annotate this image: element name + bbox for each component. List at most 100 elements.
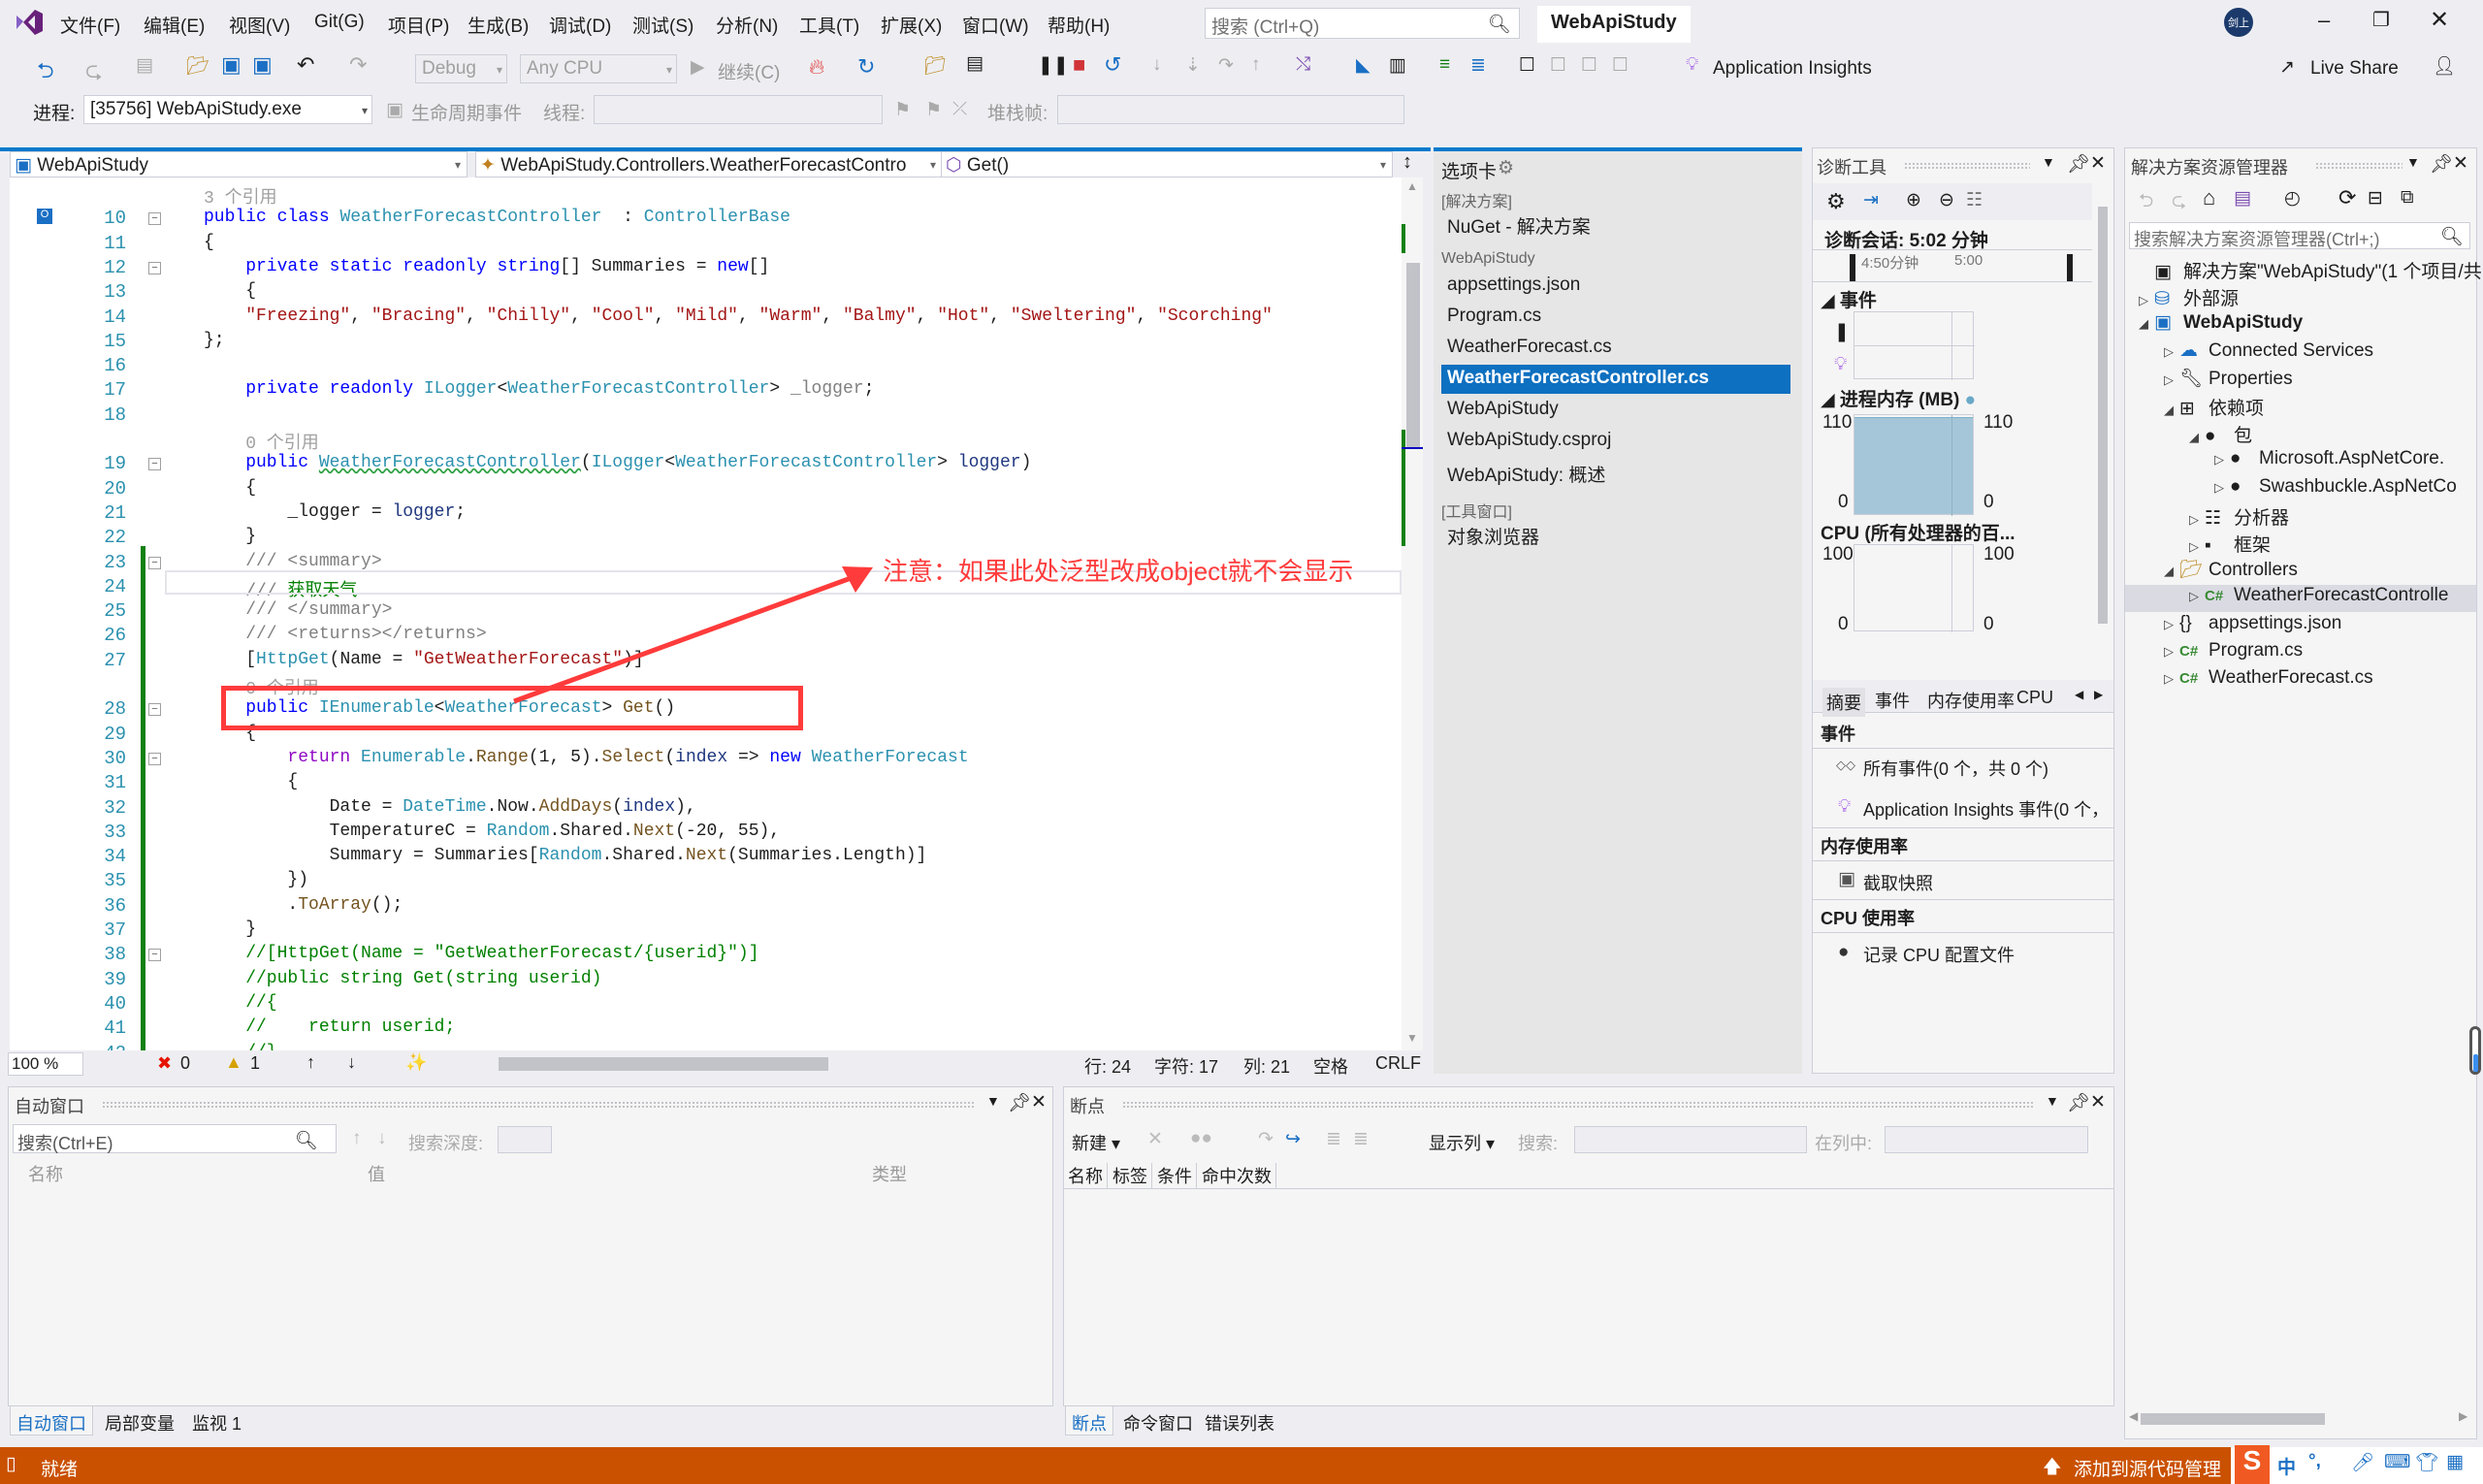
- tree-node[interactable]: ▷ ▪ 框架: [2125, 531, 2476, 558]
- drag-grip[interactable]: [1904, 162, 2030, 170]
- expander-icon[interactable]: ▷: [2164, 671, 2179, 687]
- close-window-button[interactable]: ✕: [2430, 6, 2449, 34]
- indent-icon[interactable]: ≡: [1439, 54, 1450, 76]
- drag-grip[interactable]: [2315, 162, 2402, 170]
- scroll-thumb[interactable]: [1406, 263, 1420, 447]
- switch-views-icon[interactable]: ▤: [2234, 187, 2251, 210]
- expander-icon[interactable]: ▷: [2189, 512, 2205, 528]
- diag-tab-prev-icon[interactable]: ◀: [2075, 688, 2083, 701]
- diag-tab[interactable]: 摘要: [1822, 688, 1865, 717]
- ime-scroll-handle[interactable]: [2469, 1026, 2481, 1075]
- menu-item[interactable]: 视图(V): [229, 12, 290, 38]
- pin-icon[interactable]: 📌︎: [2067, 152, 2090, 176]
- tree-node[interactable]: ▣ 解决方案"WebApiStudy"(1 个项目/共: [2125, 257, 2482, 284]
- forward-icon[interactable]: ⮎: [2172, 187, 2186, 218]
- editor-vertical-scrollbar[interactable]: ▲ ▼: [1402, 177, 1423, 1050]
- hot-reload-icon[interactable]: 🔥︎: [809, 54, 824, 80]
- tree-node[interactable]: ▷ ● Microsoft.AspNetCore.: [2125, 448, 2476, 475]
- close-icon[interactable]: ✕: [2090, 1091, 2106, 1113]
- column-header-value[interactable]: 值: [368, 1161, 385, 1186]
- stack-frame-dropdown[interactable]: [1057, 95, 1404, 124]
- diag-tab[interactable]: 内存使用率: [1927, 688, 2015, 713]
- column-header-type[interactable]: 类型: [872, 1161, 907, 1186]
- whitespace-indicator[interactable]: 空格: [1313, 1053, 1348, 1079]
- open-tab-item[interactable]: WebApiStudy: [1441, 396, 1790, 425]
- tree-node[interactable]: ▷ 🔧︎ Properties: [2125, 367, 2476, 394]
- step-into-icon[interactable]: ↓: [1152, 54, 1162, 76]
- toggle-breakpoints-icon[interactable]: ●●: [1190, 1128, 1212, 1149]
- memory-chart[interactable]: [1854, 414, 1974, 516]
- undo-icon[interactable]: ↶: [297, 52, 314, 78]
- next-bookmark-icon[interactable]: ☐: [1581, 54, 1597, 77]
- step-over-icon[interactable]: ⇣: [1185, 54, 1201, 77]
- menu-item[interactable]: 生成(B): [468, 12, 529, 38]
- column-header-name[interactable]: 名称: [28, 1161, 63, 1186]
- export-icon[interactable]: ⇥: [1863, 189, 1879, 211]
- process-dropdown[interactable]: [35756] WebApiStudy.exe ▾: [83, 95, 372, 124]
- menu-item[interactable]: 调试(D): [549, 12, 611, 38]
- open-tab-item[interactable]: WebApiStudy.csproj: [1441, 427, 1790, 456]
- member-nav-dropdown[interactable]: ⬡ Get() ▾: [941, 151, 1393, 177]
- breakpoint-column-header[interactable]: 名称: [1068, 1163, 1108, 1188]
- collapse-all-icon[interactable]: ⊟: [2368, 187, 2383, 210]
- menu-item[interactable]: 扩展(X): [881, 12, 942, 38]
- application-window-icon[interactable]: ▤: [966, 52, 984, 75]
- expander-icon[interactable]: ▷: [2164, 644, 2179, 660]
- settings-icon[interactable]: ⚙: [1826, 189, 1846, 214]
- next-issue-icon[interactable]: ↓: [347, 1052, 356, 1073]
- autos-search-input[interactable]: 搜索(Ctrl+E) 🔍︎: [13, 1124, 337, 1153]
- import-icon[interactable]: ≣: [1326, 1128, 1341, 1150]
- menu-item[interactable]: Git(G): [314, 12, 365, 33]
- tree-node[interactable]: ▷ C# WeatherForecastControlle: [2125, 585, 2476, 613]
- restart-debug-icon[interactable]: ↺: [1104, 52, 1121, 78]
- pending-changes-icon[interactable]: ◴: [2284, 187, 2301, 210]
- flag-thread-icon[interactable]: ⚑: [894, 99, 911, 121]
- diag-tab-next-icon[interactable]: ▶: [2094, 688, 2103, 701]
- timeline-end-handle[interactable]: [2067, 254, 2073, 281]
- warning-icon[interactable]: ▲: [225, 1052, 242, 1073]
- save-all-icon[interactable]: ▣: [252, 52, 273, 78]
- prev-issue-icon[interactable]: ↑: [306, 1052, 315, 1073]
- open-tab-item[interactable]: WeatherForecast.cs: [1441, 334, 1790, 363]
- open-tab-item[interactable]: WebApiStudy: 概述: [1441, 458, 1790, 487]
- bottom-tab[interactable]: 断点: [1065, 1406, 1113, 1436]
- drag-grip[interactable]: [1122, 1101, 2034, 1109]
- undo-icon[interactable]: ↷: [1258, 1128, 1274, 1150]
- bottom-tab[interactable]: 监视 1: [186, 1406, 247, 1436]
- new-project-icon[interactable]: ▤: [136, 54, 153, 77]
- microphone-icon[interactable]: 🎤︎: [2351, 1451, 2374, 1474]
- search-input[interactable]: 搜索 (Ctrl+Q) 🔍︎: [1205, 8, 1520, 39]
- restore-button[interactable]: ❐: [2372, 8, 2390, 32]
- flag-all-icon[interactable]: ⚑: [925, 99, 942, 121]
- pin-icon[interactable]: 📌︎: [2067, 1091, 2090, 1114]
- zoom-dropdown[interactable]: 100 %: [8, 1052, 83, 1076]
- expander-icon[interactable]: ▷: [2164, 344, 2179, 360]
- dropdown-icon[interactable]: ▼: [2042, 154, 2055, 170]
- diag-scroll-thumb[interactable]: [2098, 207, 2108, 624]
- ime-punctuation[interactable]: °,: [2308, 1451, 2321, 1472]
- menu-item[interactable]: 帮助(H): [1048, 12, 1110, 38]
- close-icon[interactable]: ✕: [2453, 152, 2468, 175]
- drag-grip[interactable]: [102, 1101, 975, 1109]
- record-cpu-profile-link[interactable]: 记录 CPU 配置文件: [1863, 942, 2015, 967]
- tree-node[interactable]: ▷{} appsettings.json: [2125, 613, 2476, 640]
- export-icon[interactable]: ≣: [1353, 1128, 1369, 1150]
- cpu-chart[interactable]: [1854, 544, 1974, 632]
- redo-icon[interactable]: ↪: [1285, 1128, 1301, 1150]
- configuration-dropdown[interactable]: Debug ▾: [415, 54, 507, 83]
- tree-node[interactable]: ◢ 📂︎ Controllers: [2125, 558, 2476, 585]
- toggle-view-icon[interactable]: ▥: [1389, 54, 1406, 77]
- dropdown-icon[interactable]: ▼: [986, 1093, 1000, 1109]
- open-tab-item[interactable]: appsettings.json: [1441, 272, 1790, 301]
- back-icon[interactable]: ⮌: [37, 54, 54, 91]
- search-prev-icon[interactable]: ↑: [352, 1128, 362, 1149]
- expander-icon[interactable]: ◢: [2164, 564, 2179, 579]
- step-up-icon[interactable]: ↑: [1251, 54, 1261, 76]
- expander-icon[interactable]: ▷: [2139, 293, 2154, 308]
- open-tab-item[interactable]: WeatherForecastController.cs: [1441, 365, 1790, 394]
- bookmark-icon[interactable]: ☐: [1519, 54, 1535, 77]
- menu-item[interactable]: 文件(F): [60, 12, 120, 38]
- step-out-icon[interactable]: ↷: [1218, 54, 1234, 77]
- bottom-tab[interactable]: 自动窗口: [10, 1406, 93, 1436]
- open-folder-icon[interactable]: 📂︎: [186, 54, 210, 78]
